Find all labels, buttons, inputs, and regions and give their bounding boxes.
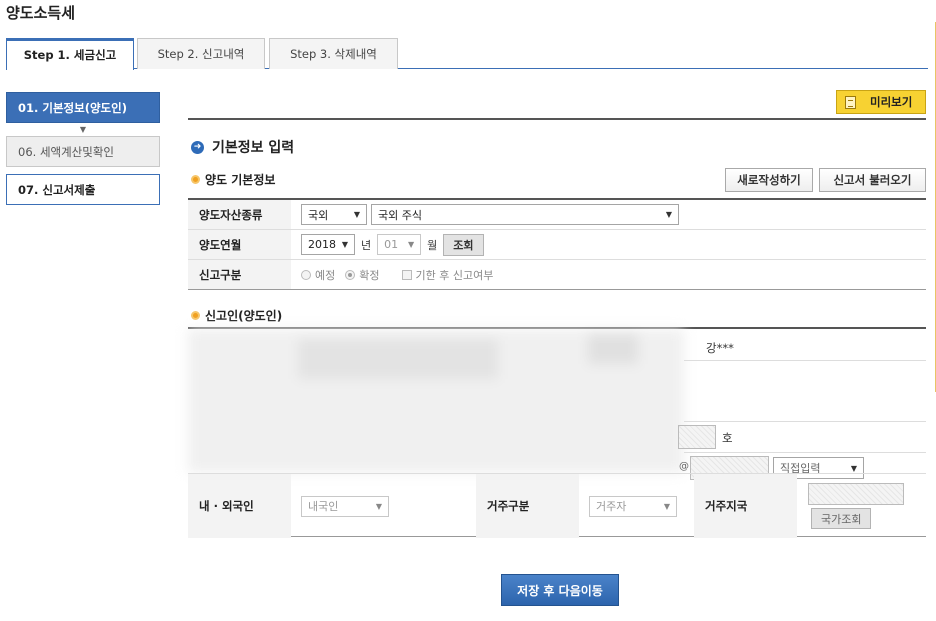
country-search-button[interactable]: 국가조회 <box>811 508 872 529</box>
year-unit: 년 <box>361 238 372 252</box>
caret-down-icon: ▼ <box>665 210 672 219</box>
month-value: 01 <box>384 238 399 251</box>
arrow-right-circle-icon: ➜ <box>191 140 204 154</box>
address-suffix: 호 <box>722 431 733 445</box>
nationality-label: 내 · 외국인 <box>188 474 291 538</box>
asset-type-row: 양도자산종류 국외 ▼ 국외 주식 ▼ <box>188 200 926 230</box>
basic-info-title: 양도 기본정보 <box>191 171 275 188</box>
preview-label: 미리보기 <box>870 95 913 109</box>
nationality-value: 내국인 <box>308 500 339 513</box>
redacted-area <box>188 329 684 473</box>
country-label: 거주지국 <box>694 474 797 538</box>
address-detail-field[interactable] <box>678 425 716 449</box>
radio-final[interactable] <box>345 269 356 280</box>
section-title: ➜ 기본정보 입력 <box>191 137 294 157</box>
caret-down-icon: ▼ <box>850 463 857 473</box>
period-search-button[interactable]: 조회 <box>443 233 484 256</box>
period-label: 양도연월 <box>188 230 291 259</box>
main-divider <box>188 118 926 120</box>
reporter-title-text: 신고인(양도인) <box>205 309 283 323</box>
tab-step3[interactable]: Step 3. 삭제내역 <box>269 38 398 69</box>
asset-kind-value: 국외 주식 <box>378 208 422 222</box>
document-icon <box>845 95 856 109</box>
period-row: 양도연월 2018 ▼ 년 01 ▼ 월 조회 <box>188 230 926 260</box>
row-divider <box>684 360 926 361</box>
report-type-label: 신고구분 <box>188 260 291 289</box>
year-select[interactable]: 2018 ▼ <box>301 234 355 255</box>
sidebar-item-tax-calc[interactable]: 06. 세액계산및확인 <box>6 136 160 167</box>
radio-preliminary[interactable] <box>301 269 311 280</box>
bullet-icon <box>191 175 200 184</box>
tab-step2[interactable]: Step 2. 신고내역 <box>137 38 265 69</box>
step-tabs: Step 1. 세금신고 Step 2. 신고내역 Step 3. 삭제내역 <box>6 38 928 70</box>
caret-down-icon: ▼ <box>353 210 360 219</box>
reporter-form: 강*** 호 @ 직접입력 ▼ 내 · 외국인 내국인 ▼ 거주구분 거주자 ▼… <box>188 327 926 538</box>
late-report-checkbox[interactable] <box>401 269 412 280</box>
new-report-button[interactable]: 새로작성하기 <box>725 168 813 192</box>
preview-button[interactable]: 미리보기 <box>836 90 926 114</box>
residency-value: 거주자 <box>596 500 627 513</box>
residency-select[interactable]: 거주자 ▼ <box>589 495 677 517</box>
chevron-down-icon: ▼ <box>79 125 87 134</box>
residency-row: 내 · 외국인 내국인 ▼ 거주구분 거주자 ▼ 거주지국 국가조회 <box>188 473 926 538</box>
sidebar-item-label: 06. 세액계산및확인 <box>18 144 115 159</box>
row-divider <box>684 452 926 453</box>
sidebar-item-basic-info[interactable]: 01. 기본정보(양도인) <box>6 92 160 123</box>
year-value: 2018 <box>308 238 336 251</box>
report-type-row: 신고구분 예정 확정 기한 후 신고여부 <box>188 260 926 290</box>
country-field[interactable] <box>808 483 904 505</box>
residency-label: 거주구분 <box>476 474 579 538</box>
sidebar-item-submit[interactable]: 07. 신고서제출 <box>6 174 160 205</box>
asset-kind-select[interactable]: 국외 주식 ▼ <box>371 204 679 225</box>
asset-domestic-select[interactable]: 국외 ▼ <box>301 204 367 225</box>
basic-info-title-text: 양도 기본정보 <box>205 173 276 187</box>
late-report-label: 기한 후 신고여부 <box>415 268 494 282</box>
bullet-icon <box>191 311 200 320</box>
masked-name: 강*** <box>706 341 734 355</box>
load-report-button[interactable]: 신고서 불러오기 <box>819 168 926 192</box>
month-select[interactable]: 01 ▼ <box>377 234 422 255</box>
caret-down-icon: ▼ <box>375 501 382 511</box>
asset-type-label: 양도자산종류 <box>188 200 291 229</box>
caret-down-icon: ▼ <box>341 240 348 249</box>
asset-domestic-value: 국외 <box>308 208 329 222</box>
sidebar: 01. 기본정보(양도인) ▼ 06. 세액계산및확인 07. 신고서제출 <box>6 92 160 205</box>
caret-down-icon: ▼ <box>407 240 415 249</box>
month-unit: 월 <box>427 238 438 252</box>
nationality-select[interactable]: 내국인 ▼ <box>301 495 389 517</box>
basic-info-form: 양도자산종류 국외 ▼ 국외 주식 ▼ 양도연월 2018 ▼ 년 01 ▼ 월 <box>188 198 926 290</box>
save-next-button[interactable]: 저장 후 다음이동 <box>501 574 619 606</box>
reporter-title: 신고인(양도인) <box>191 307 282 324</box>
sidebar-item-label: 01. 기본정보(양도인) <box>18 100 127 115</box>
email-at: @ <box>679 461 689 472</box>
sidebar-item-label: 07. 신고서제출 <box>18 182 96 197</box>
radio-preliminary-label: 예정 <box>315 268 336 282</box>
tab-step1[interactable]: Step 1. 세금신고 <box>6 38 134 70</box>
caret-down-icon: ▼ <box>663 501 670 511</box>
section-title-text: 기본정보 입력 <box>212 140 295 156</box>
row-divider <box>684 421 926 422</box>
page-title: 양도소득세 <box>6 4 76 22</box>
radio-final-label: 확정 <box>359 268 380 282</box>
